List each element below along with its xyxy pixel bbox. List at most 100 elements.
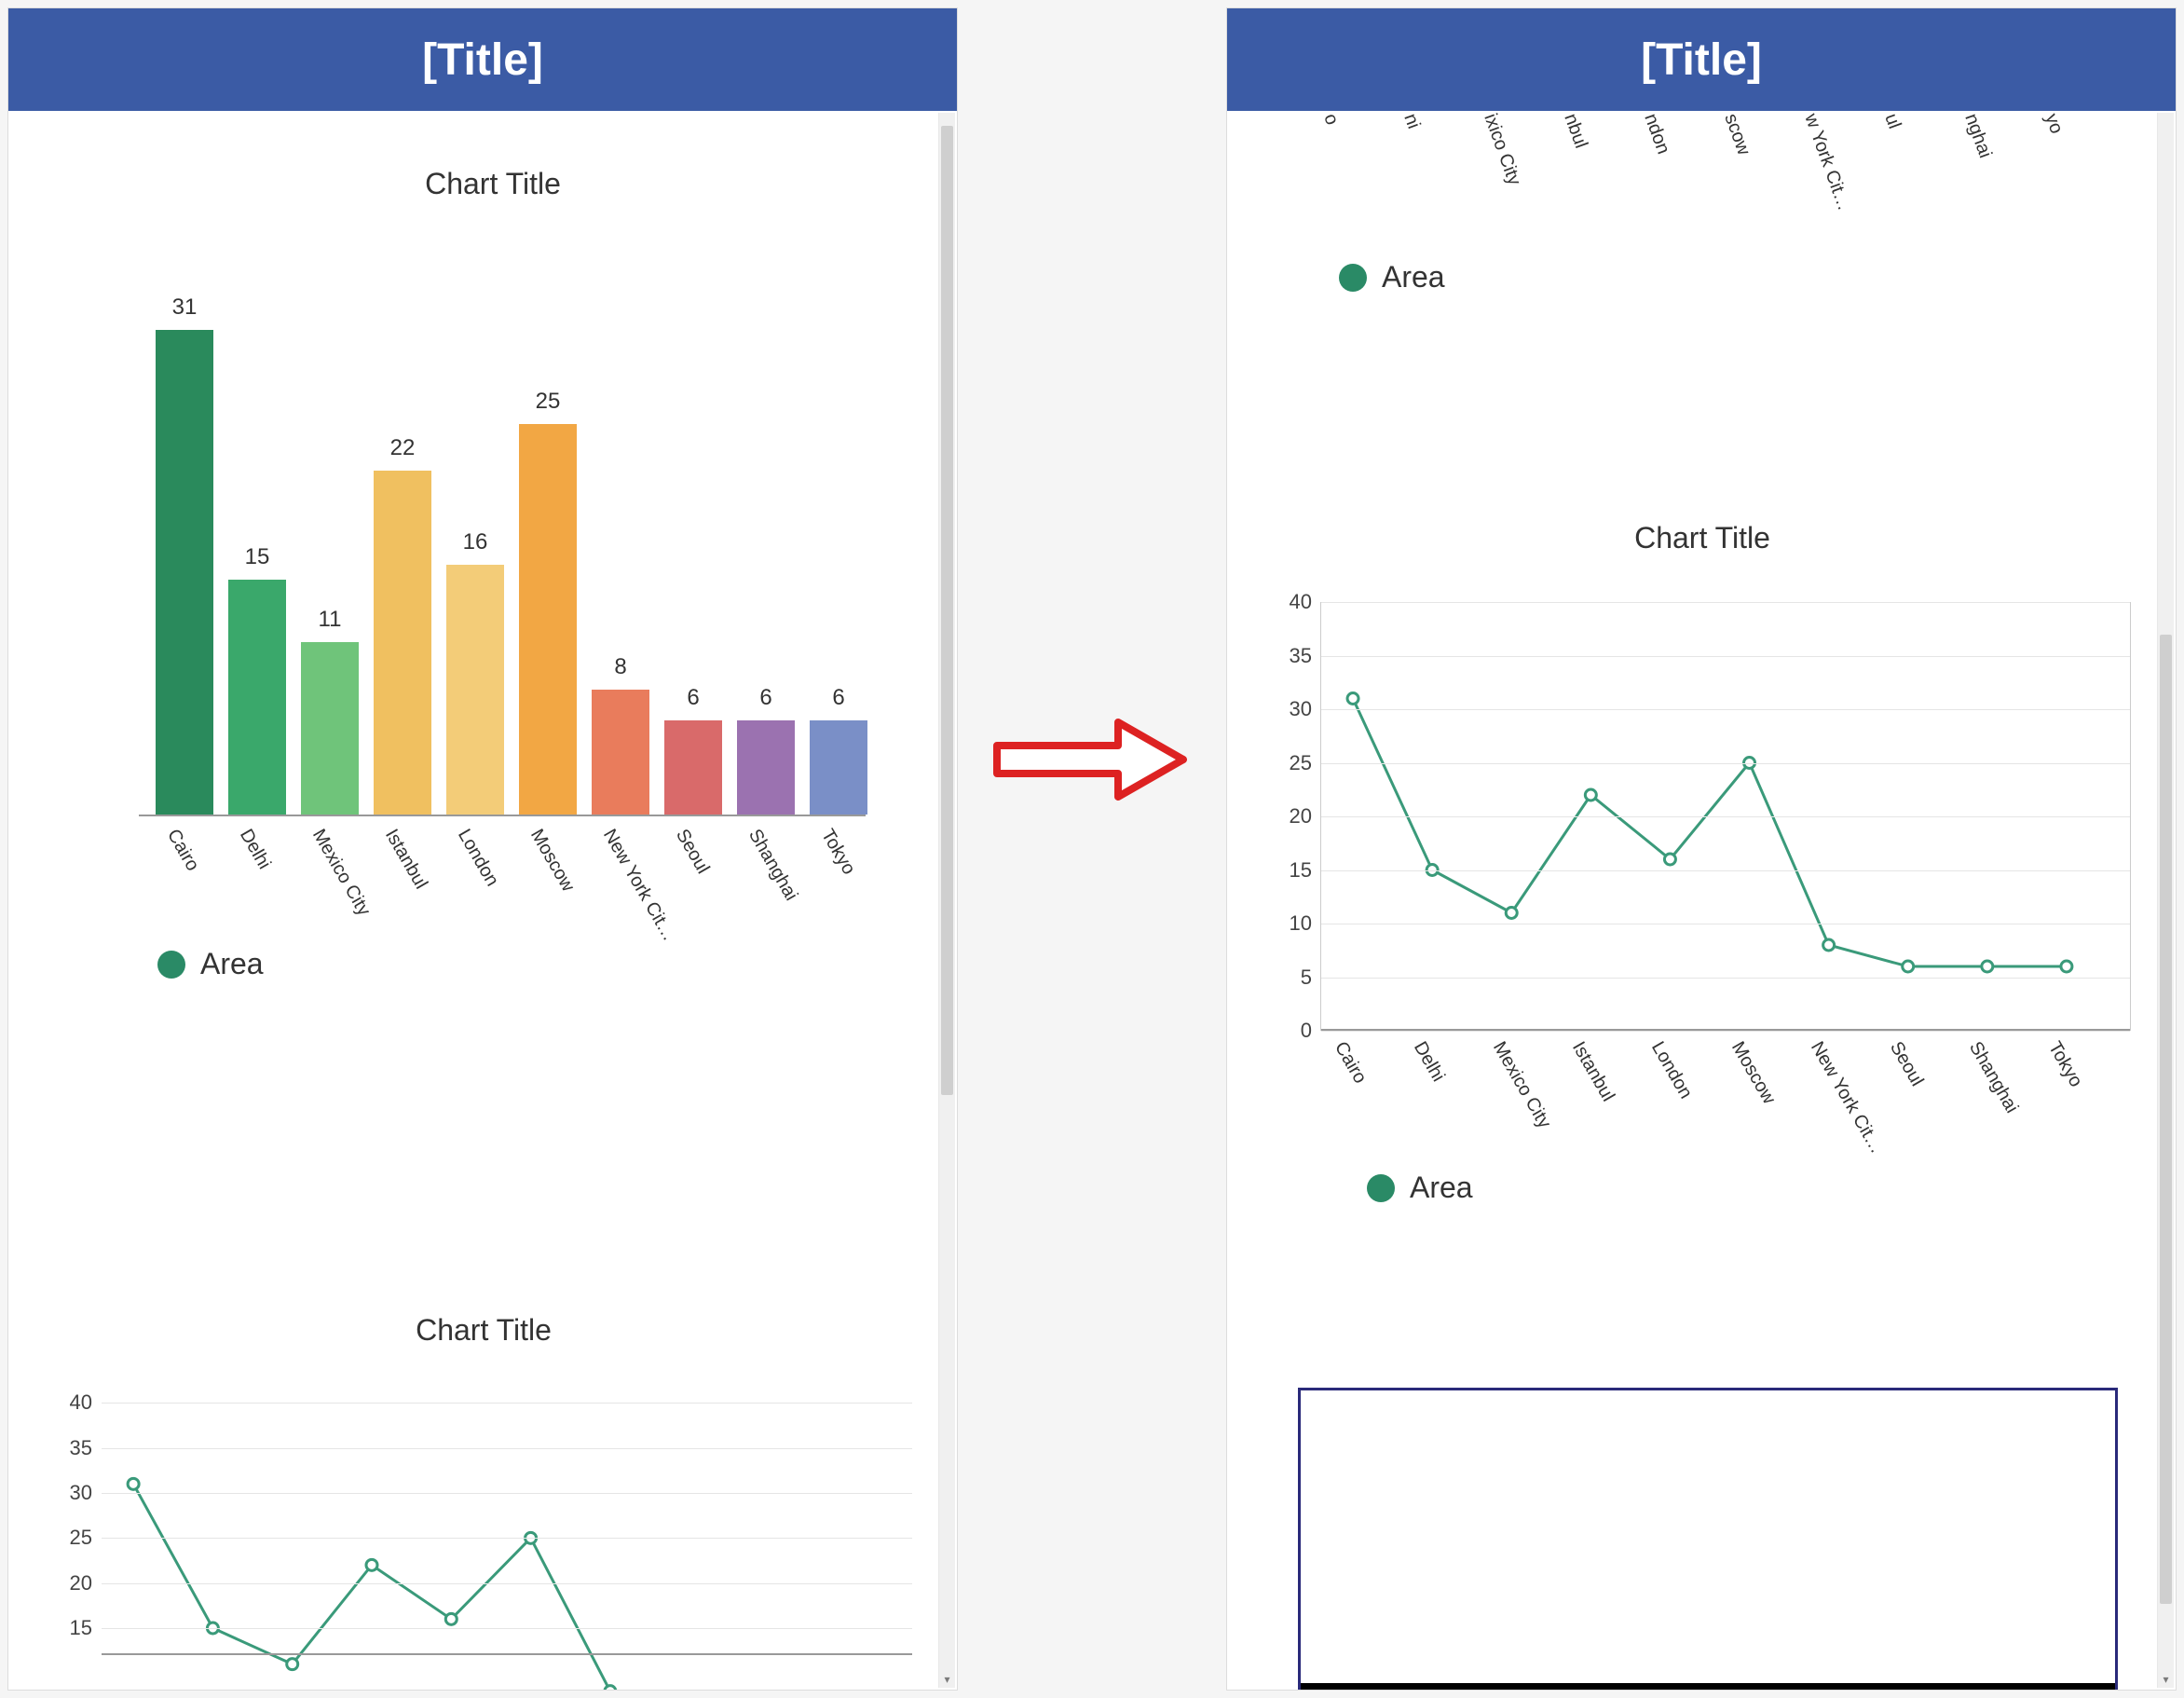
left-title-text: [Title]	[422, 34, 543, 86]
line-point	[128, 1478, 139, 1489]
y-tick-label: 20	[1290, 804, 1321, 828]
legend-dot-icon	[1367, 1174, 1395, 1202]
line-point	[1903, 961, 1914, 972]
right-top-xlabel: nbul	[1559, 111, 1591, 151]
line-path	[1353, 699, 2067, 967]
bar: 15	[228, 580, 286, 815]
bar-xlabel: Seoul	[671, 826, 713, 878]
gridline	[1321, 656, 2130, 657]
y-tick-label: 10	[1290, 911, 1321, 936]
y-tick-label: 25	[70, 1526, 102, 1550]
line-chart-right-xlabels: CairoDelhiMexico CityIstanbulLondonMosco…	[1320, 1031, 2131, 1143]
left-panel: [Title] ▾ Chart Title 3115112216258666 C…	[7, 7, 958, 1691]
line-xlabel: New York Cit…	[1806, 1038, 1887, 1157]
line-point	[1982, 961, 1993, 972]
left-scrollbar[interactable]: ▾	[938, 113, 955, 1688]
bar-value-label: 15	[228, 544, 286, 570]
gridline	[1321, 978, 2130, 979]
right-content: oniixico Citynbulndonscoww York Cit…ulng…	[1227, 111, 2157, 1690]
gridline	[102, 1583, 912, 1584]
arrow-icon	[988, 708, 1193, 811]
line-xlabel: Seoul	[1885, 1038, 1927, 1090]
line-chart-left-plot: 152025303540	[102, 1385, 912, 1655]
y-tick-label: 20	[70, 1571, 102, 1595]
line-point	[605, 1686, 616, 1691]
bar: 6	[810, 720, 867, 815]
left-content: Chart Title 3115112216258666 CairoDelhiM…	[8, 111, 938, 1690]
signature-box[interactable]	[1298, 1388, 2118, 1691]
legend-dot-icon	[1339, 264, 1367, 292]
bar-value-label: 22	[374, 435, 431, 461]
line-path-left	[102, 1385, 912, 1655]
bar-value-label: 8	[592, 654, 649, 680]
line-chart-right-title: Chart Title	[1255, 521, 2150, 555]
bar-chart-title: Chart Title	[64, 167, 921, 201]
line-point	[366, 1559, 377, 1570]
gridline	[1321, 870, 2130, 871]
legend-dot-icon	[157, 951, 185, 979]
right-top-legend: Area	[1339, 260, 2157, 294]
bar: 25	[519, 424, 577, 815]
gridline	[1321, 763, 2130, 764]
line-xlabel: Tokyo	[2043, 1038, 2086, 1091]
line-point	[1585, 789, 1596, 801]
bar-value-label: 6	[737, 685, 795, 711]
bar-xlabel: Delhi	[235, 826, 275, 873]
bar: 6	[664, 720, 722, 815]
y-tick-label: 15	[1290, 858, 1321, 883]
gridline	[102, 1493, 912, 1494]
line-point	[2061, 961, 2072, 972]
bar-value-label: 31	[156, 294, 213, 321]
bar-legend-label: Area	[200, 947, 264, 981]
line-point	[445, 1613, 457, 1624]
bar-xlabel: Mexico City	[307, 826, 375, 920]
right-top-xlabel: ul	[1879, 111, 1904, 132]
bar-value-label: 6	[810, 685, 867, 711]
right-scrollbar[interactable]: ▾	[2157, 113, 2174, 1688]
line-xlabel: Cairo	[1330, 1038, 1371, 1088]
y-tick-label: 30	[1290, 697, 1321, 721]
bar: 22	[374, 471, 431, 815]
scroll-down-icon[interactable]: ▾	[939, 1673, 955, 1686]
line-xlabel: Moscow	[1727, 1038, 1780, 1108]
line-xlabel: Istanbul	[1567, 1038, 1618, 1105]
gridline	[1321, 709, 2130, 710]
line-chart-right-plot: 0510152025303540	[1320, 602, 2131, 1031]
bar-xlabel: Moscow	[526, 826, 579, 896]
y-tick-label: 35	[70, 1436, 102, 1460]
bar: 11	[301, 642, 359, 815]
bar-value-label: 25	[519, 389, 577, 415]
right-scrollbar-thumb[interactable]	[2160, 635, 2172, 1604]
y-tick-label: 0	[1301, 1019, 1321, 1043]
bar-xlabel: Istanbul	[380, 826, 431, 893]
right-title-text: [Title]	[1641, 34, 1762, 86]
right-top-xlabel: ndon	[1639, 111, 1673, 157]
scroll-down-icon[interactable]: ▾	[2158, 1673, 2174, 1686]
left-scrollbar-thumb[interactable]	[941, 126, 953, 1095]
line-point	[1506, 908, 1517, 919]
right-title-bar: [Title]	[1227, 8, 2176, 111]
right-panel: [Title] ▾ oniixico Citynbulndonscoww Yor…	[1226, 7, 2177, 1691]
line-xlabel: Shanghai	[1964, 1038, 2022, 1117]
bar-value-label: 11	[301, 607, 359, 633]
right-top-xlabel: ixico City	[1479, 111, 1524, 188]
bar-xlabel: Cairo	[162, 826, 203, 875]
bar-xlabel: Shanghai	[744, 826, 801, 905]
gridline	[1321, 816, 2130, 817]
line-chart-left-title: Chart Title	[36, 1313, 931, 1348]
bar-chart-xlabels: CairoDelhiMexico CityIstanbulLondonMosco…	[139, 816, 866, 910]
bar-xlabel: New York Cit…	[598, 826, 679, 945]
line-xlabel: Mexico City	[1488, 1038, 1555, 1132]
bar-chart: Chart Title 3115112216258666 CairoDelhiM…	[64, 167, 921, 981]
line-right-legend-label: Area	[1410, 1171, 1473, 1205]
y-tick-label: 25	[1290, 751, 1321, 775]
bar-chart-plot: 3115112216258666	[139, 332, 866, 816]
x-axis	[102, 1653, 912, 1655]
line-point	[1823, 939, 1835, 951]
y-tick-label: 40	[70, 1390, 102, 1415]
bar: 16	[446, 565, 504, 815]
line-path	[133, 1484, 849, 1691]
line-chart-left: Chart Title 152025303540	[36, 1313, 931, 1655]
bar-xlabel: Tokyo	[816, 826, 859, 879]
right-top-xlabel: yo	[2040, 111, 2067, 137]
